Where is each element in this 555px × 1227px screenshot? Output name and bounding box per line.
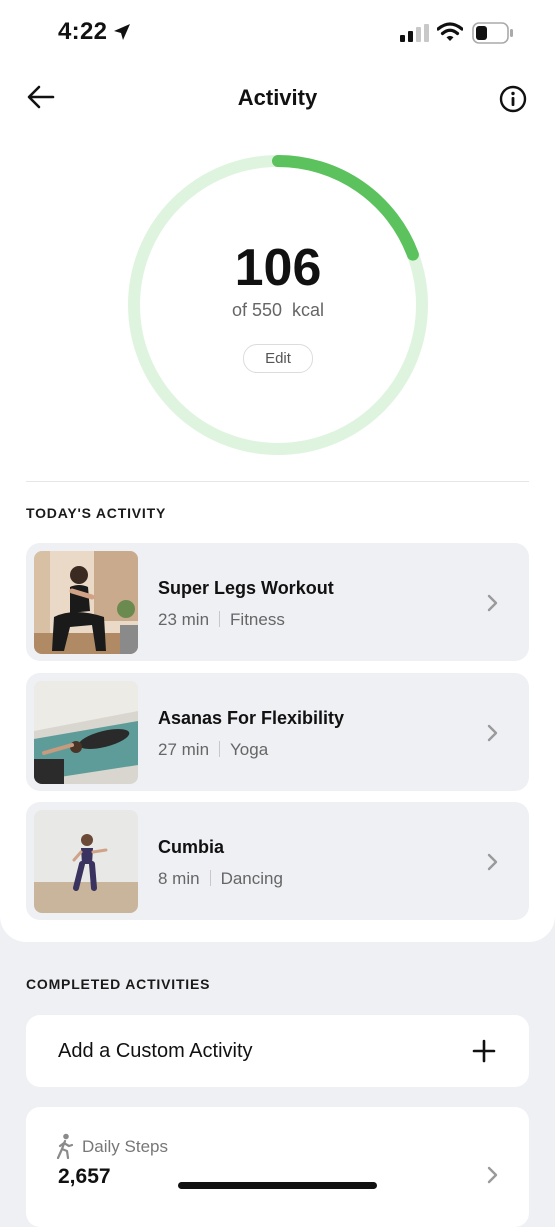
chevron-right-icon — [486, 723, 500, 748]
calorie-progress-ring: 106 of 550 kcal Edit — [127, 154, 429, 456]
activity-category: Dancing — [220, 869, 283, 888]
calorie-goal-text: of 550 kcal — [231, 300, 325, 320]
activity-summary-sheet — [0, 0, 555, 942]
wifi-icon — [436, 22, 464, 47]
add-custom-activity-button[interactable]: Add a Custom Activity — [26, 1015, 529, 1087]
activity-card-cumbia[interactable]: Cumbia 8 min Dancing — [26, 802, 529, 920]
nav-header: Activity — [0, 72, 555, 124]
workout-thumbnail — [34, 551, 138, 654]
plus-icon — [472, 1039, 496, 1068]
workout-thumbnail — [34, 681, 138, 784]
chevron-right-icon — [486, 593, 500, 618]
add-custom-activity-label: Add a Custom Activity — [58, 1040, 253, 1062]
activity-card-super-legs-workout[interactable]: Super Legs Workout 23 min Fitness — [26, 543, 529, 661]
activity-duration: 27 min — [158, 740, 210, 759]
activity-duration: 8 min — [158, 869, 200, 888]
status-time: 4:22 — [58, 18, 108, 45]
battery-icon — [472, 22, 514, 49]
edit-goal-button[interactable]: Edit — [243, 344, 313, 373]
meta-separator — [219, 741, 221, 757]
workout-thumbnail — [34, 810, 138, 913]
activity-category: Yoga — [230, 740, 269, 759]
info-icon[interactable] — [498, 84, 528, 119]
chevron-right-icon — [486, 1165, 500, 1190]
meta-separator — [209, 870, 211, 886]
completed-activities-heading: COMPLETED ACTIVITIES — [26, 976, 211, 992]
location-arrow-icon — [112, 22, 132, 47]
activity-duration: 23 min — [158, 610, 210, 629]
todays-activity-heading: TODAY'S ACTIVITY — [26, 505, 167, 521]
activity-meta: 8 min Dancing — [158, 869, 283, 889]
home-indicator — [178, 1182, 377, 1189]
activity-meta: 23 min Fitness — [158, 610, 285, 630]
walking-person-icon — [56, 1133, 74, 1164]
page-title: Activity — [237, 85, 318, 110]
activity-title: Asanas For Flexibility — [158, 708, 345, 728]
activity-title: Super Legs Workout — [158, 578, 334, 598]
chevron-right-icon — [486, 852, 500, 877]
activity-card-asanas-for-flexibility[interactable]: Asanas For Flexibility 27 min Yoga — [26, 673, 529, 791]
calories-burned-value: 106 — [234, 239, 322, 297]
meta-separator — [219, 611, 221, 627]
activity-title: Cumbia — [158, 837, 225, 857]
activity-meta: 27 min Yoga — [158, 740, 268, 760]
daily-steps-card[interactable]: Daily Steps 2,657 — [26, 1107, 529, 1227]
status-bar: 4:22 — [0, 0, 555, 64]
activity-category: Fitness — [230, 610, 285, 629]
daily-steps-value: 2,657 — [58, 1165, 111, 1188]
divider — [26, 481, 529, 482]
daily-steps-label: Daily Steps — [82, 1137, 168, 1156]
cellular-signal-icon — [399, 24, 429, 47]
